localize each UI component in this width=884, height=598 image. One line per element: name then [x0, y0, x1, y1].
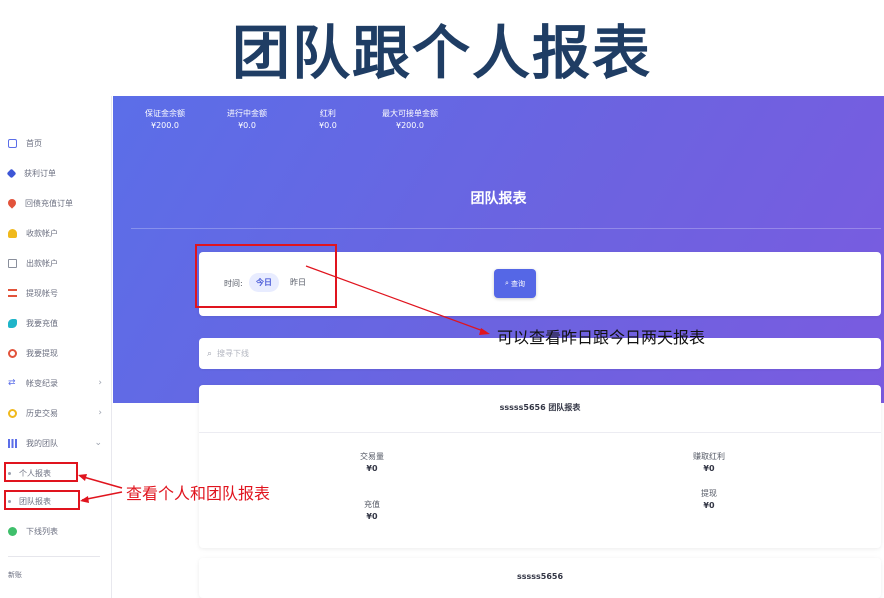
sidebar-item-label: 帐变纪录 [26, 378, 58, 388]
team-icon [8, 526, 17, 536]
annotation-sidebar-note: 查看个人和团队报表 [126, 484, 271, 503]
sidebar-item-label: 历史交易 [26, 408, 58, 418]
sidebar-footer: 新账 [8, 571, 22, 579]
filter-highlight-box [195, 244, 337, 308]
personal-report-highlight-box [4, 462, 78, 482]
sidebar-item-label: 下线列表 [26, 526, 58, 536]
stat-value: ¥200.0 [151, 121, 179, 130]
stat-label: 进行中金额 [227, 109, 267, 118]
personal-report-card: sssss5656 [199, 558, 881, 598]
stat-bonus: 红利 ¥0.0 [319, 108, 337, 132]
swap-icon: ⇄ [8, 377, 16, 388]
chevron-down-icon: ⌄ [94, 438, 102, 448]
stat-max-order: 最大可接单金额 ¥200.0 [382, 108, 438, 132]
banner-divider [131, 228, 881, 229]
search-input[interactable] [217, 349, 818, 358]
sidebar-item-recharge-orders[interactable]: 回债充值订单 [0, 191, 112, 215]
team-report-highlight-box [4, 490, 80, 510]
tool-icon [8, 318, 17, 328]
stat-value: ¥0.0 [238, 121, 256, 130]
sidebar: 首页 获利订单 回债充值订单 收款帐户 出款帐户 提现帐号 我要充值 我要提现 [0, 96, 112, 598]
slide-title: 团队跟个人报表 [231, 19, 652, 87]
sidebar-item-label: 我的团队 [26, 438, 58, 448]
sidebar-item-profit-orders[interactable]: 获利订单 [0, 161, 112, 185]
metric-label: 提现 [701, 489, 717, 498]
query-button[interactable]: ⌕ 查询 [494, 269, 536, 298]
sidebar-item-label: 我要提现 [26, 348, 58, 358]
sidebar-item-label: 首页 [26, 138, 42, 148]
tag-icon [6, 168, 17, 178]
history-icon [8, 408, 17, 418]
sidebar-item-label: 出款帐户 [26, 258, 58, 268]
search-icon: ⌕ [505, 279, 509, 287]
metric-value: ¥0 [703, 464, 715, 473]
metric-trade-volume: 交易量 ¥0 [312, 451, 432, 475]
sidebar-item-label: 收款帐户 [26, 228, 58, 238]
stat-label: 红利 [319, 109, 336, 118]
metric-value: ¥0 [366, 464, 378, 473]
sidebar-item-account-changes[interactable]: ⇄ 帐变纪录 › [0, 371, 112, 395]
user-icon [8, 228, 17, 238]
page-title: 团队报表 [470, 191, 527, 207]
stat-label: 保证金余额 [145, 109, 185, 118]
report-title: sssss5656 团队报表 [199, 385, 881, 433]
sidebar-item-history[interactable]: 历史交易 › [0, 401, 112, 425]
metric-value: ¥0 [366, 512, 378, 521]
page: 团队跟个人报表 首页 获利订单 回债充值订单 收款帐户 出款帐户 提现帐号 我要… [0, 0, 884, 598]
metric-earned-bonus: 赚取红利 ¥0 [649, 451, 769, 475]
sidebar-divider [8, 556, 100, 557]
report-title: sssss5656 [516, 572, 564, 581]
metric-label: 赚取红利 [693, 452, 725, 461]
sidebar-item-withdraw-account[interactable]: 提现帐号 [0, 281, 112, 305]
sidebar-item-label: 提现帐号 [26, 288, 58, 298]
stat-deposit-balance: 保证金余额 ¥200.0 [145, 108, 185, 132]
sidebar-item-payout-account[interactable]: 出款帐户 [0, 251, 112, 275]
stat-value: ¥0.0 [319, 121, 337, 130]
sidebar-item-label: 回债充值订单 [25, 198, 73, 208]
sidebar-item-label: 我要充值 [26, 318, 58, 328]
chevron-right-icon: › [98, 408, 102, 418]
bar-chart-icon [8, 438, 17, 448]
list-icon [8, 289, 17, 297]
annotation-filter-note: 可以查看昨日跟今日两天报表 [497, 328, 706, 347]
stat-value: ¥200.0 [396, 121, 424, 130]
chevron-right-icon: › [98, 378, 102, 388]
sidebar-item-receive-account[interactable]: 收款帐户 [0, 221, 112, 245]
stat-label: 最大可接单金额 [382, 109, 438, 118]
metric-label: 交易量 [360, 452, 384, 461]
metric-label: 充值 [364, 500, 380, 509]
sidebar-item-downline-list[interactable]: 下线列表 [0, 519, 112, 543]
sidebar-item-home[interactable]: 首页 [0, 131, 112, 155]
sidebar-item-recharge[interactable]: 我要充值 [0, 311, 112, 335]
pin-icon [6, 197, 18, 209]
query-button-label: 查询 [510, 279, 525, 288]
search-icon: ⌕ [207, 348, 213, 359]
team-report-card: sssss5656 团队报表 交易量 ¥0 赚取红利 ¥0 充值 ¥0 提现 ¥… [199, 385, 881, 548]
sidebar-item-withdraw[interactable]: 我要提现 [0, 341, 112, 365]
metric-recharge: 充值 ¥0 [312, 499, 432, 523]
sidebar-item-label: 获利订单 [24, 168, 56, 178]
sidebar-item-my-team[interactable]: 我的团队 ⌄ [0, 431, 112, 455]
wallet-icon [8, 348, 17, 358]
metric-value: ¥0 [703, 501, 715, 510]
metric-withdraw: 提现 ¥0 [649, 488, 769, 512]
stat-in-progress: 进行中金额 ¥0.0 [227, 108, 267, 132]
monitor-icon [8, 138, 17, 148]
card-icon [8, 258, 17, 268]
